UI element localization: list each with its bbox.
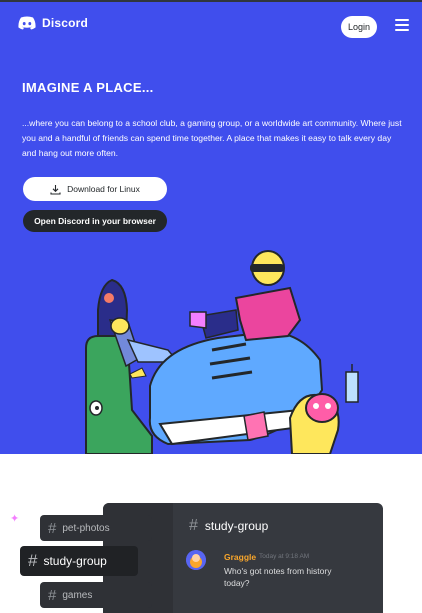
channel-label: games: [62, 589, 93, 601]
avatar[interactable]: [186, 550, 206, 570]
brand-name: Discord: [42, 16, 89, 30]
hash-icon: #: [48, 586, 57, 604]
hero-illustration: [85, 250, 359, 454]
hash-icon: #: [48, 519, 57, 537]
message-author[interactable]: Graggle: [224, 552, 256, 562]
channel-label: pet-photos: [62, 522, 110, 534]
hero-headline: IMAGINE A PLACE...: [22, 80, 154, 95]
hash-icon: #: [28, 551, 38, 570]
channel-pill-games[interactable]: # games: [40, 582, 152, 608]
download-icon: [50, 184, 61, 195]
hamburger-icon[interactable]: [395, 19, 409, 32]
download-label: Download for Linux: [67, 184, 140, 194]
hero-subtext: ...where you can belong to a school club…: [22, 118, 402, 158]
hash-icon: #: [189, 517, 198, 534]
channel-header: # study-group: [189, 517, 268, 535]
channel-label: study-group: [43, 554, 107, 568]
discord-logo[interactable]: Discord: [18, 16, 88, 30]
message-text: Who's got notes from history today?: [224, 566, 332, 588]
avatar-image: [186, 550, 206, 570]
login-button[interactable]: Login: [341, 16, 377, 38]
navbar: Discord Login: [0, 2, 422, 48]
discord-logo-icon: [18, 16, 36, 30]
download-button[interactable]: Download for Linux: [23, 177, 167, 201]
open-browser-button[interactable]: Open Discord in your browser: [23, 210, 167, 232]
channel-header-label: study-group: [204, 519, 269, 533]
hero-section: Discord Login IMAGINE A PLACE... ...wher…: [0, 0, 422, 454]
channel-pill-study-group[interactable]: # study-group: [20, 546, 138, 576]
channel-pill-pet-photos[interactable]: # pet-photos: [40, 515, 152, 541]
message-timestamp: Today at 9:18 AM: [259, 553, 310, 560]
sparkle-icon: ✦: [10, 513, 20, 525]
